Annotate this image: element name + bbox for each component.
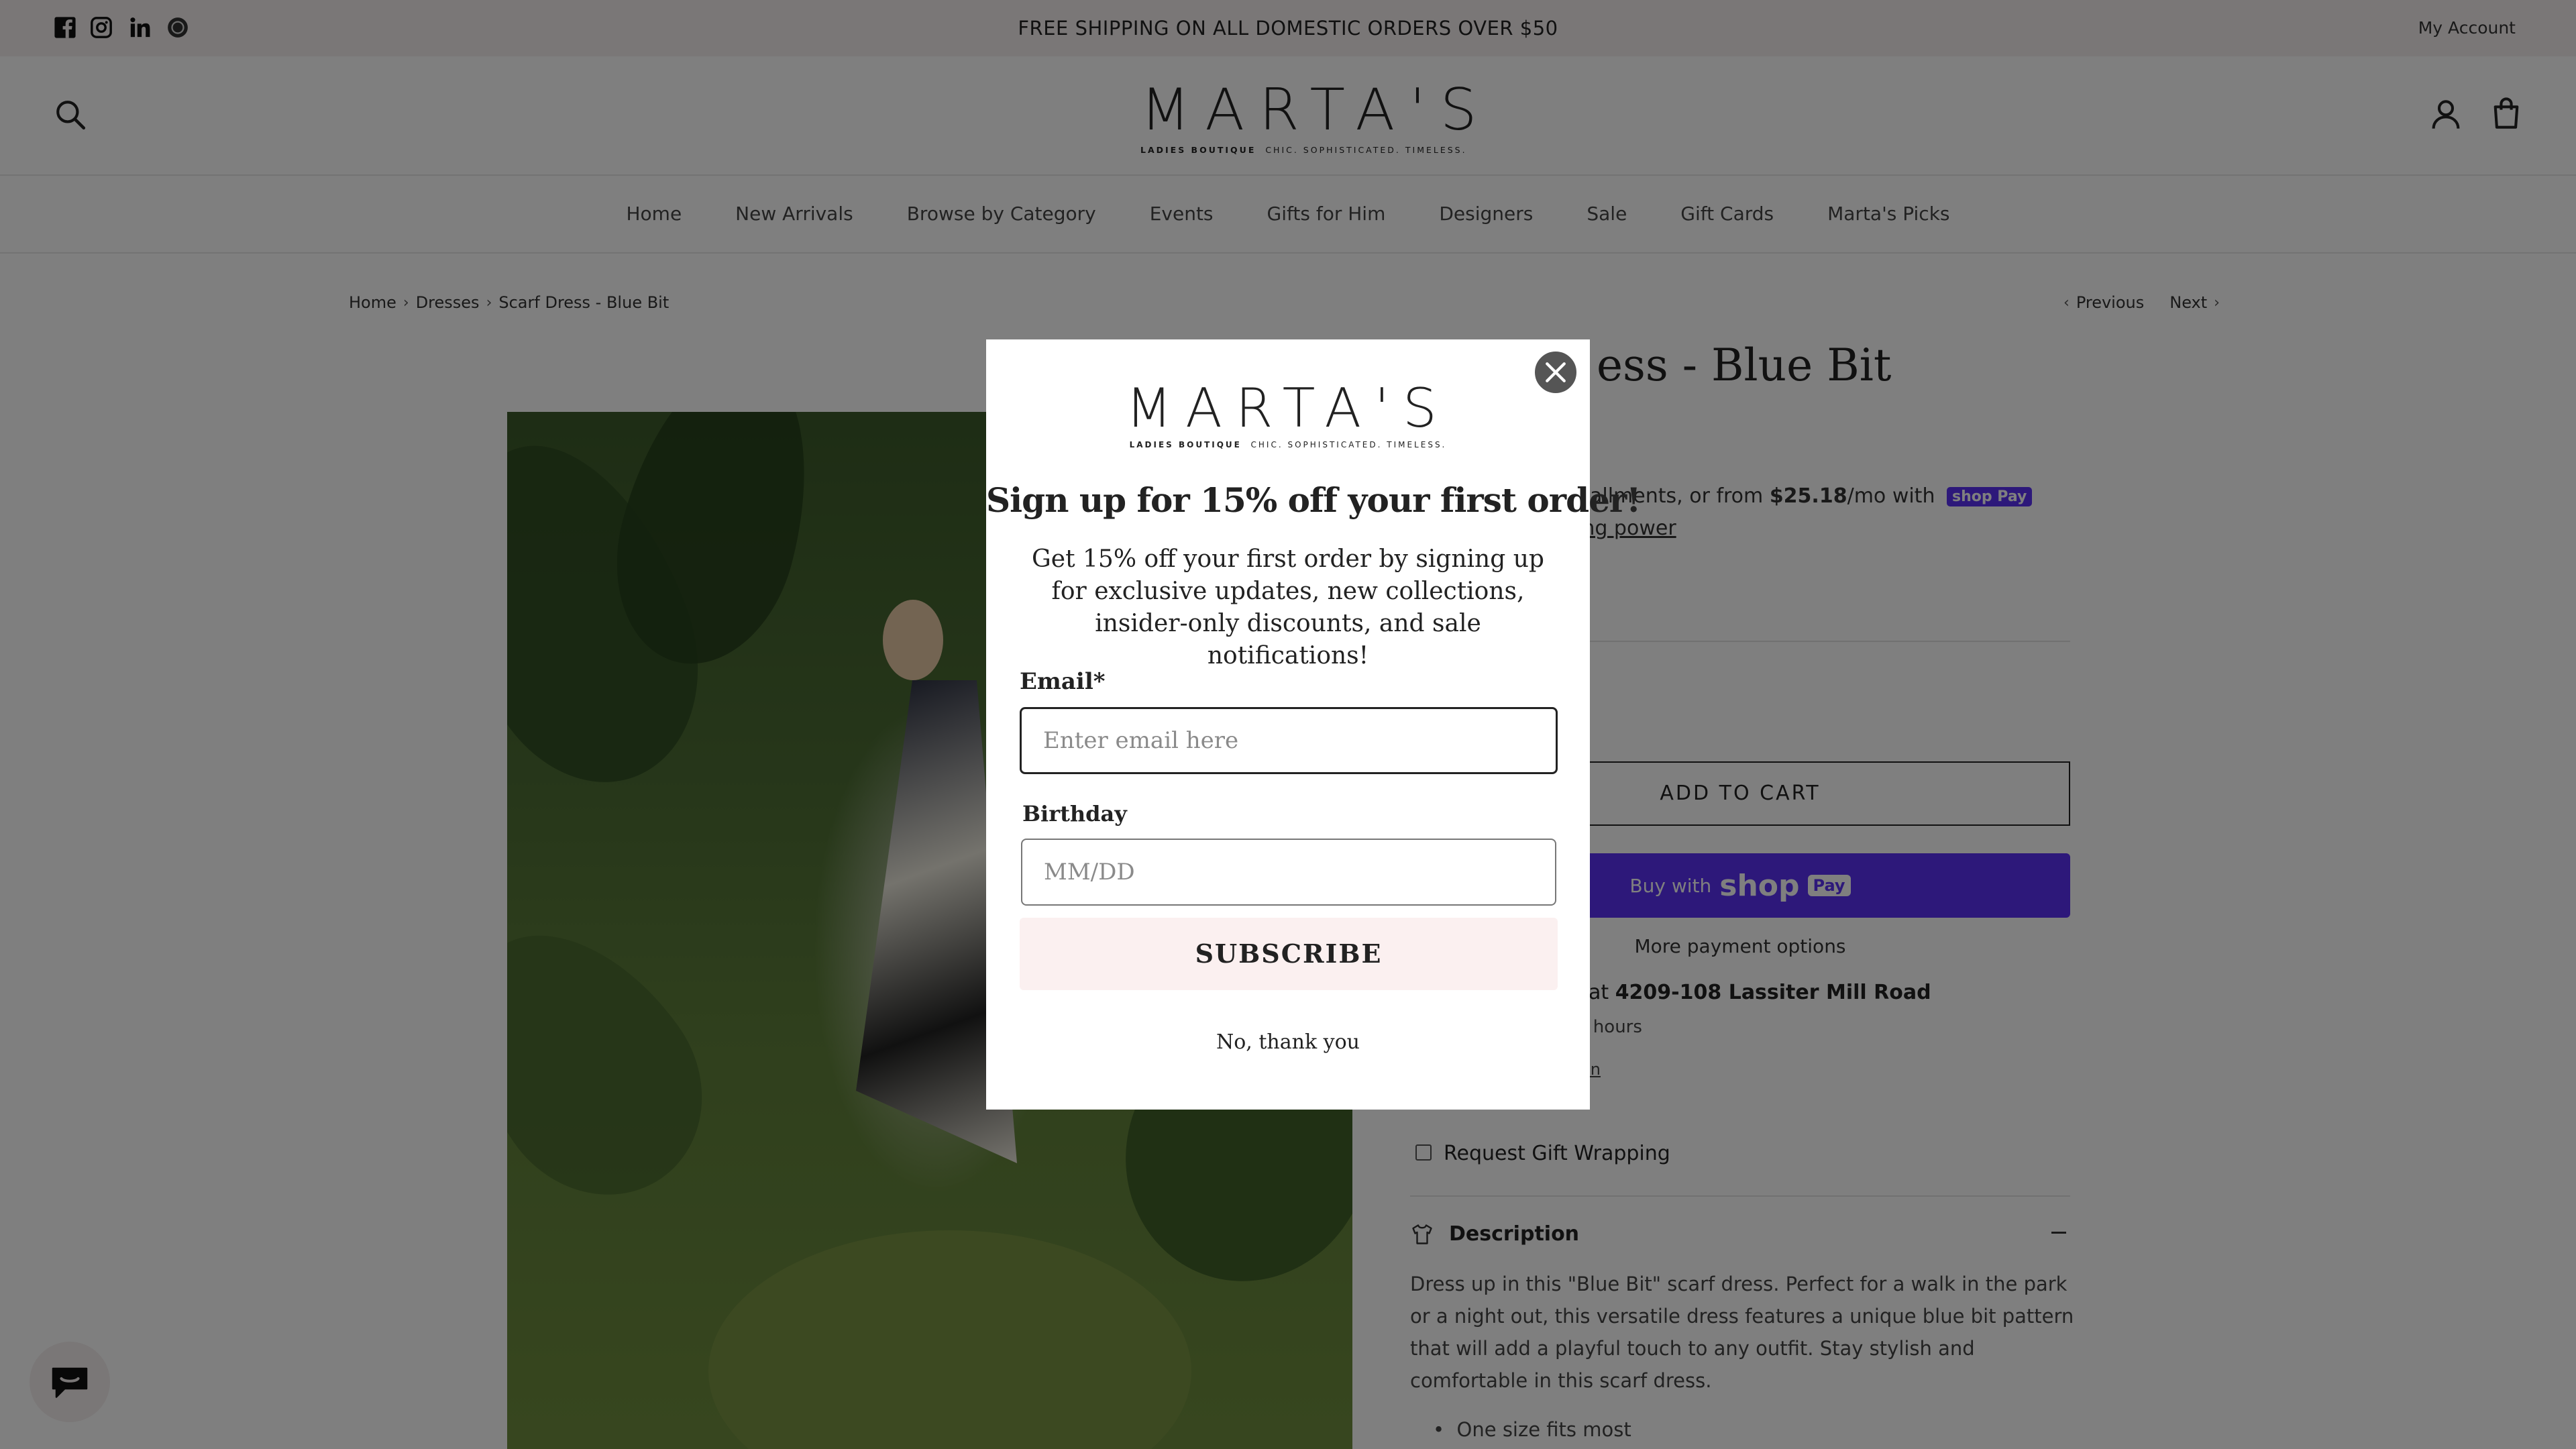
modal-logo: MARTA'S LADIES BOUTIQUE CHIC. SOPHISTICA… [986, 377, 1590, 450]
birthday-placeholder: MM/DD [1044, 859, 1135, 885]
modal-logo-tagline-text: CHIC. SOPHISTICATED. TIMELESS. [1250, 440, 1447, 449]
decline-link[interactable]: No, thank you [986, 1030, 1590, 1054]
signup-modal: MARTA'S LADIES BOUTIQUE CHIC. SOPHISTICA… [986, 339, 1641, 1110]
modal-body: Get 15% off your first order by signing … [1032, 545, 1544, 669]
birthday-label: Birthday [1022, 801, 1127, 826]
close-modal-button[interactable] [1532, 349, 1579, 396]
modal-logo-tagline: LADIES BOUTIQUE CHIC. SOPHISTICATED. TIM… [986, 440, 1590, 449]
email-input[interactable]: Enter email here [1020, 707, 1558, 774]
subscribe-button[interactable]: SUBSCRIBE [1020, 918, 1558, 990]
email-placeholder: Enter email here [1043, 727, 1239, 754]
close-icon [1546, 362, 1566, 382]
modal-logo-tagline-bold: LADIES BOUTIQUE [1129, 440, 1242, 449]
email-label: Email* [1020, 668, 1106, 695]
modal-logo-wordmark: MARTA'S [1126, 377, 1450, 439]
birthday-input[interactable]: MM/DD [1021, 839, 1556, 906]
modal-heading: Sign up for 15% off your first order! [986, 480, 1641, 520]
